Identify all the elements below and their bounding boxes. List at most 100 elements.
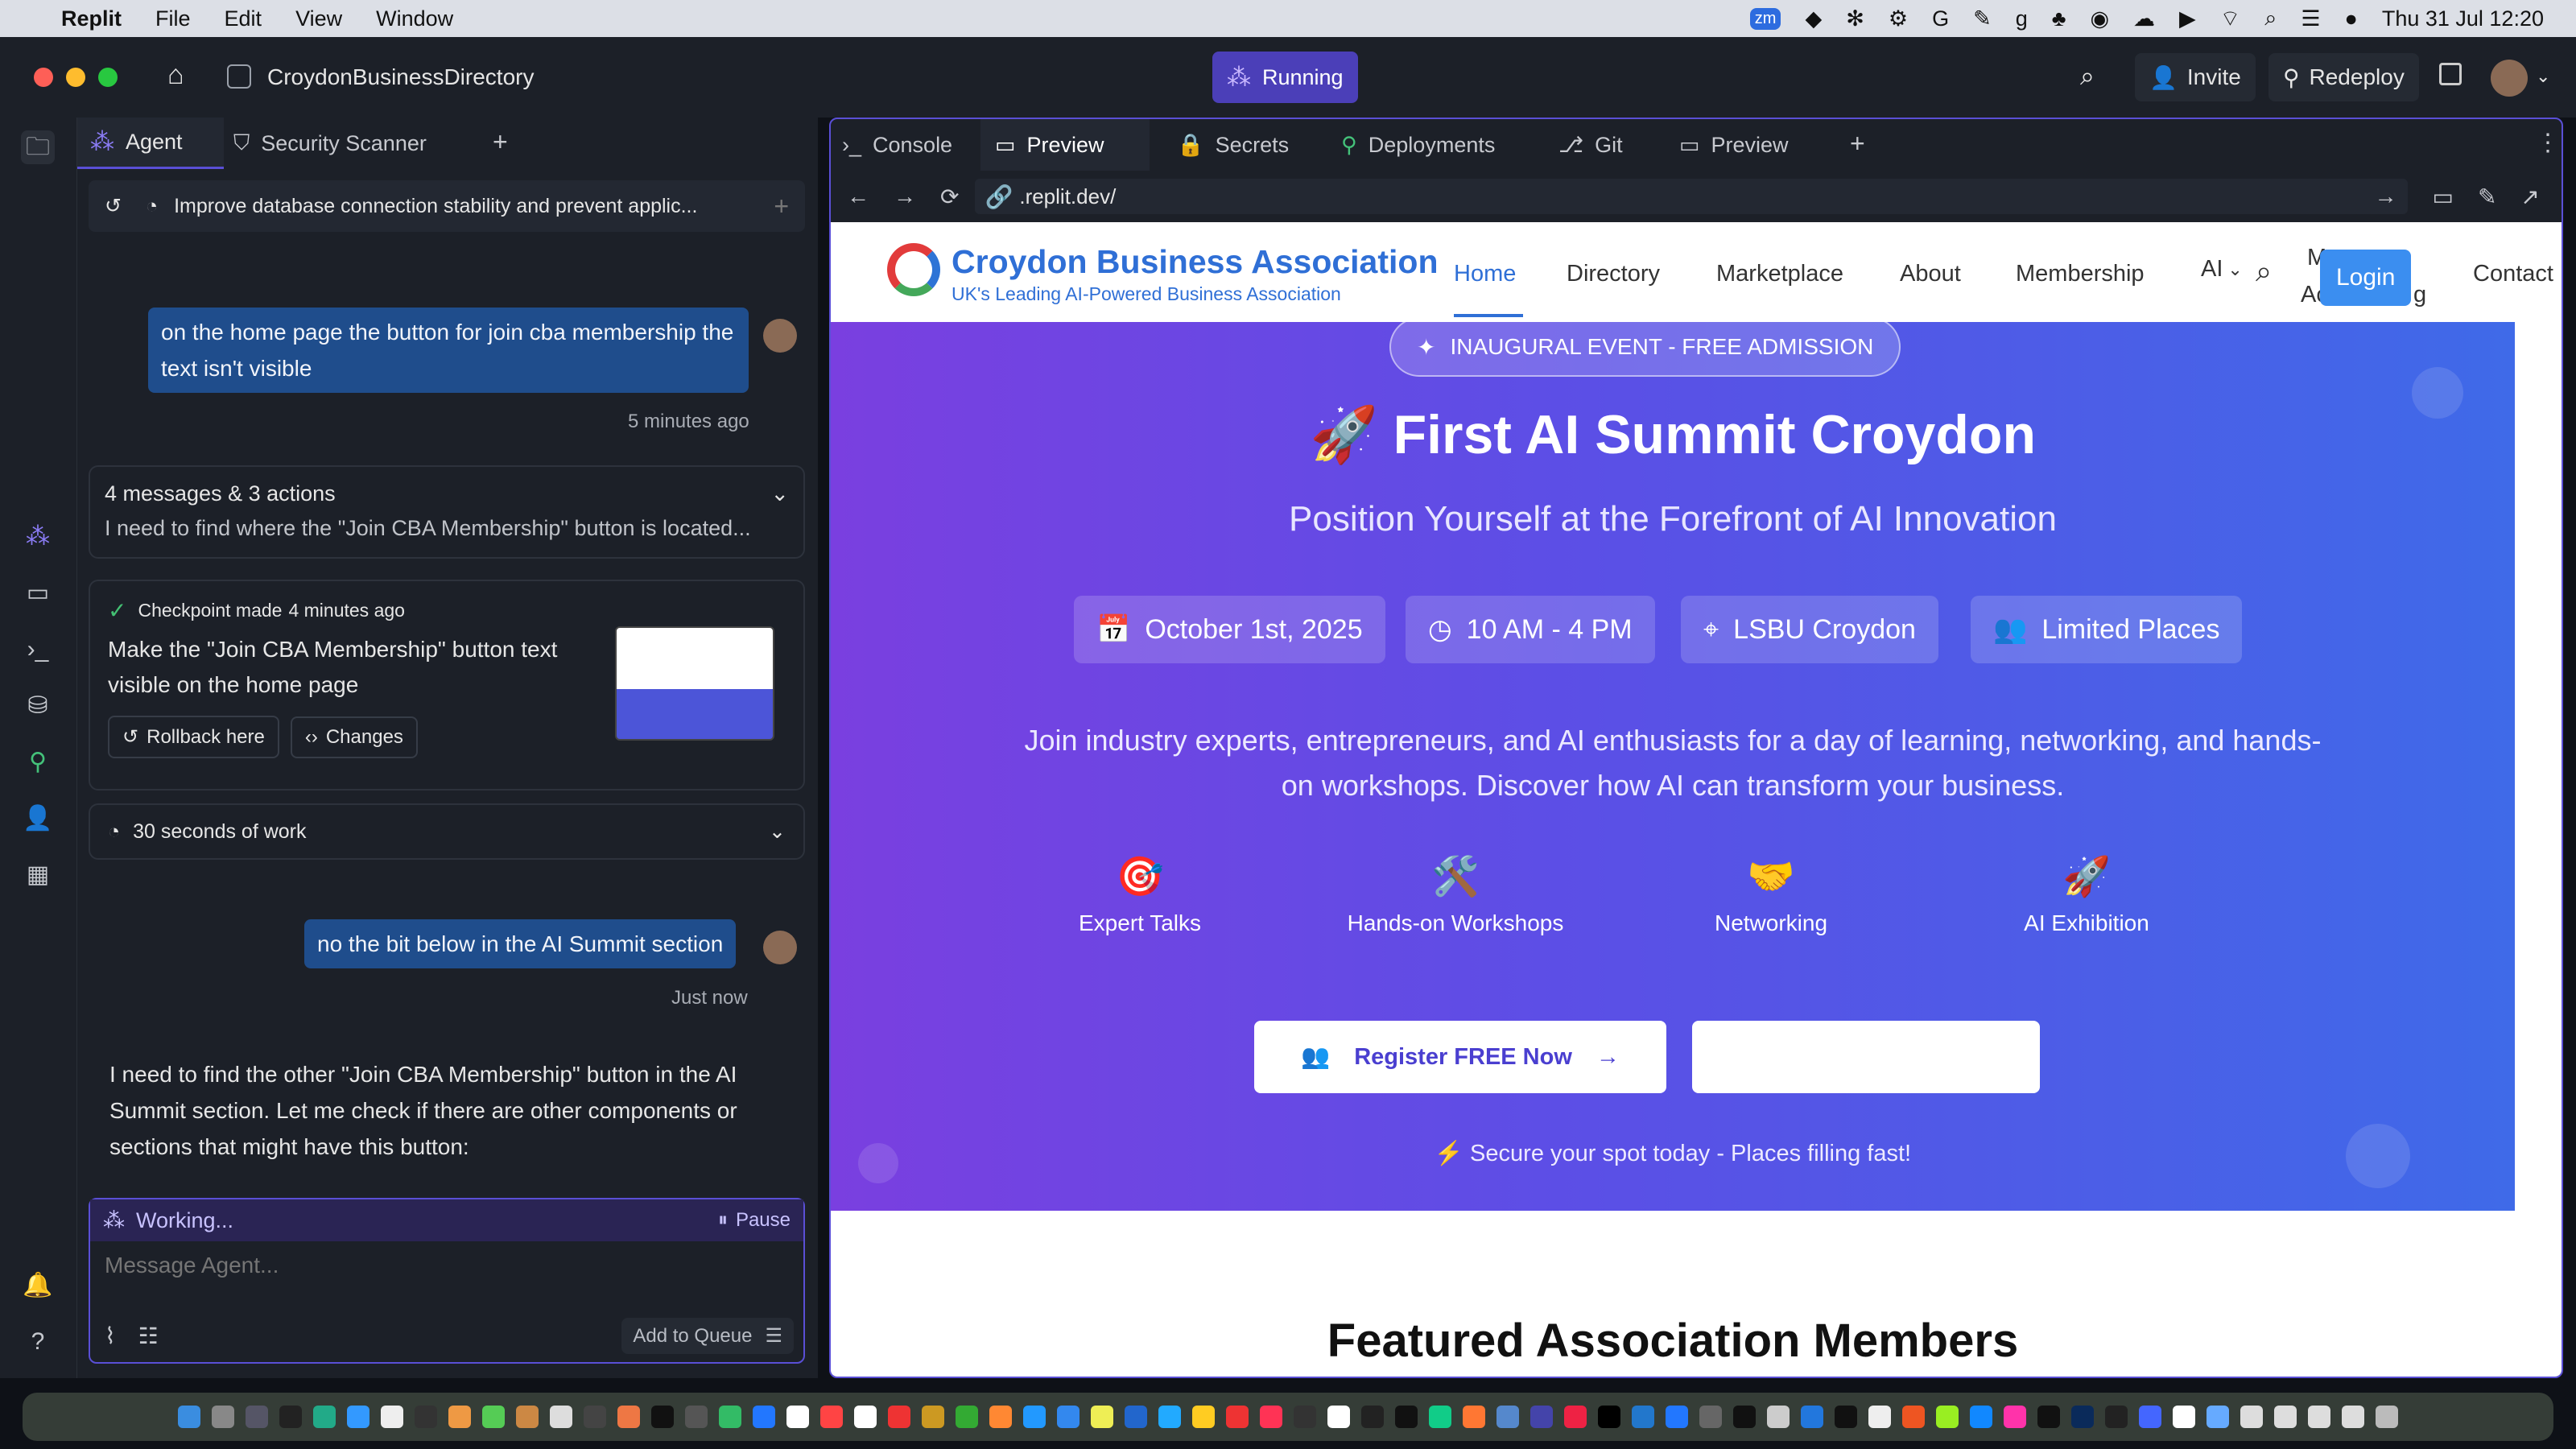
nav-marketplace[interactable]: Marketplace bbox=[1716, 261, 1843, 287]
app-icon[interactable] bbox=[1530, 1406, 1553, 1428]
bell-icon[interactable]: 🔔 bbox=[21, 1269, 55, 1302]
database-icon[interactable]: ⛁ bbox=[21, 689, 55, 723]
app-icon[interactable] bbox=[279, 1406, 302, 1428]
app-icon[interactable] bbox=[2139, 1406, 2161, 1428]
devtools-icon[interactable]: ✎ bbox=[2478, 184, 2496, 210]
menu-app-name[interactable]: Replit bbox=[61, 6, 122, 31]
maximize-window-button[interactable] bbox=[98, 68, 118, 87]
add-to-queue-button[interactable]: Add to Queue ☰ bbox=[621, 1318, 794, 1354]
grammarly-icon[interactable]: G bbox=[1932, 6, 1949, 31]
invite-button[interactable]: 👤 Invite bbox=[2135, 53, 2256, 101]
app-icon[interactable] bbox=[820, 1406, 843, 1428]
app-icon[interactable] bbox=[381, 1406, 403, 1428]
app-icon[interactable] bbox=[1767, 1406, 1790, 1428]
nav-contact[interactable]: Contact bbox=[2473, 261, 2553, 287]
app-icon[interactable] bbox=[1192, 1406, 1215, 1428]
app-icon[interactable] bbox=[448, 1406, 471, 1428]
monitor-icon[interactable]: ▭ bbox=[21, 576, 55, 610]
app-icon[interactable] bbox=[888, 1406, 910, 1428]
agent-icon[interactable]: ⁂ bbox=[21, 520, 55, 554]
site-search-icon[interactable]: ⌕ bbox=[2256, 254, 2272, 289]
user-avatar[interactable] bbox=[2491, 60, 2528, 97]
trash-icon[interactable] bbox=[2376, 1406, 2398, 1428]
tab-deployments[interactable]: ⚲ Deployments bbox=[1341, 119, 1495, 171]
tab-secrets[interactable]: 🔒 Secrets bbox=[1177, 119, 1289, 171]
app-icon[interactable] bbox=[1226, 1406, 1249, 1428]
app-icon[interactable] bbox=[786, 1406, 809, 1428]
tab-preview[interactable]: ▭ Preview bbox=[980, 119, 1150, 171]
user-rail-icon[interactable]: 👤 bbox=[21, 802, 55, 836]
g-icon[interactable]: g bbox=[2016, 6, 2028, 31]
folder-icon[interactable] bbox=[2342, 1406, 2364, 1428]
search-icon[interactable]: ⌕ bbox=[2080, 61, 2095, 92]
address-field[interactable]: 🔗 .replit.dev/ → bbox=[975, 179, 2409, 214]
app-icon[interactable] bbox=[1868, 1406, 1891, 1428]
app-icon[interactable] bbox=[313, 1406, 336, 1428]
menu-window[interactable]: Window bbox=[376, 6, 453, 31]
tab-security-scanner[interactable]: ⛉ Security Scanner bbox=[233, 118, 427, 169]
task-title[interactable]: Improve database connection stability an… bbox=[174, 195, 697, 218]
app-icon[interactable] bbox=[685, 1406, 708, 1428]
app-icon[interactable] bbox=[482, 1406, 505, 1428]
folder-icon[interactable] bbox=[2240, 1406, 2263, 1428]
tab-agent[interactable]: ⁂ Agent bbox=[77, 118, 224, 169]
clock-text[interactable]: Thu 31 Jul 12:20 bbox=[2382, 6, 2544, 31]
new-tab-button[interactable]: + bbox=[493, 127, 508, 157]
register-button[interactable]: 👥 Register FREE Now → bbox=[1254, 1021, 1666, 1093]
app-icon[interactable] bbox=[1429, 1406, 1451, 1428]
menu-file[interactable]: File bbox=[155, 6, 191, 31]
history-icon[interactable]: ↺ bbox=[105, 194, 122, 218]
app-icon[interactable] bbox=[1158, 1406, 1181, 1428]
app-icon[interactable] bbox=[1327, 1406, 1350, 1428]
zoom-icon[interactable]: zm bbox=[1749, 7, 1781, 30]
app-icon[interactable] bbox=[246, 1406, 268, 1428]
chevron-down-icon[interactable]: ⌄ bbox=[770, 481, 789, 506]
tune-icon[interactable]: ☷ bbox=[138, 1323, 159, 1349]
tab-preview-2[interactable]: ▭ Preview bbox=[1679, 119, 1789, 171]
nav-about[interactable]: About bbox=[1900, 261, 1961, 287]
pause-button[interactable]: ⏸ Pause bbox=[718, 1209, 791, 1232]
notion-icon[interactable] bbox=[2173, 1406, 2195, 1428]
minimize-window-button[interactable] bbox=[66, 68, 85, 87]
app-icon[interactable] bbox=[1902, 1406, 1925, 1428]
go-icon[interactable]: → bbox=[2374, 184, 2396, 209]
project-name[interactable]: CroydonBusinessDirectory bbox=[267, 64, 534, 90]
folder-icon[interactable] bbox=[2274, 1406, 2297, 1428]
eye-icon[interactable]: ◉ bbox=[2090, 6, 2109, 31]
app-icon[interactable] bbox=[1936, 1406, 1959, 1428]
redeploy-button[interactable]: ⚲ Redeploy bbox=[2268, 53, 2419, 101]
app-icon[interactable] bbox=[1666, 1406, 1688, 1428]
vscode-icon[interactable] bbox=[1632, 1406, 1654, 1428]
menu-edit[interactable]: Edit bbox=[225, 6, 262, 31]
app-icon[interactable] bbox=[1395, 1406, 1418, 1428]
app-icon[interactable] bbox=[854, 1406, 877, 1428]
back-icon[interactable]: ← bbox=[847, 184, 869, 209]
play-icon[interactable]: ▶ bbox=[2179, 6, 2196, 31]
menu-view[interactable]: View bbox=[295, 6, 342, 31]
tab-git[interactable]: ⎇ Git bbox=[1558, 119, 1623, 171]
tab-console[interactable]: ›_ Console bbox=[842, 119, 952, 171]
deploy-rail-icon[interactable]: ⚲ bbox=[21, 745, 55, 779]
app-icon[interactable] bbox=[2004, 1406, 2026, 1428]
message-input[interactable] bbox=[105, 1253, 789, 1278]
app-icon[interactable] bbox=[989, 1406, 1012, 1428]
settings-icon[interactable]: ⚙ bbox=[1889, 6, 1908, 31]
reload-icon[interactable]: ⟳ bbox=[940, 184, 959, 210]
summary-card[interactable]: 4 messages & 3 actions ⌄ I need to find w… bbox=[89, 465, 805, 559]
app-icon[interactable] bbox=[1057, 1406, 1080, 1428]
site-brand[interactable]: Croydon Business Association bbox=[952, 243, 1439, 281]
chevron-down-icon[interactable]: ⌄ bbox=[2536, 66, 2550, 87]
app-icon[interactable] bbox=[1125, 1406, 1147, 1428]
app-icon[interactable] bbox=[1564, 1406, 1587, 1428]
app-icon[interactable] bbox=[1361, 1406, 1384, 1428]
window-icon[interactable] bbox=[2439, 63, 2462, 85]
forward-icon[interactable]: → bbox=[894, 184, 916, 209]
app-icon[interactable] bbox=[1091, 1406, 1113, 1428]
app-icon[interactable] bbox=[1835, 1406, 1857, 1428]
changes-button[interactable]: ‹› Changes bbox=[290, 716, 418, 758]
app-icon[interactable] bbox=[1970, 1406, 1992, 1428]
nav-membership[interactable]: Membership bbox=[2016, 261, 2145, 287]
rollback-button[interactable]: ↺ Rollback here bbox=[108, 716, 279, 758]
running-status-button[interactable]: ⁂ Running bbox=[1212, 52, 1358, 103]
checkpoint-thumbnail[interactable] bbox=[615, 626, 774, 741]
